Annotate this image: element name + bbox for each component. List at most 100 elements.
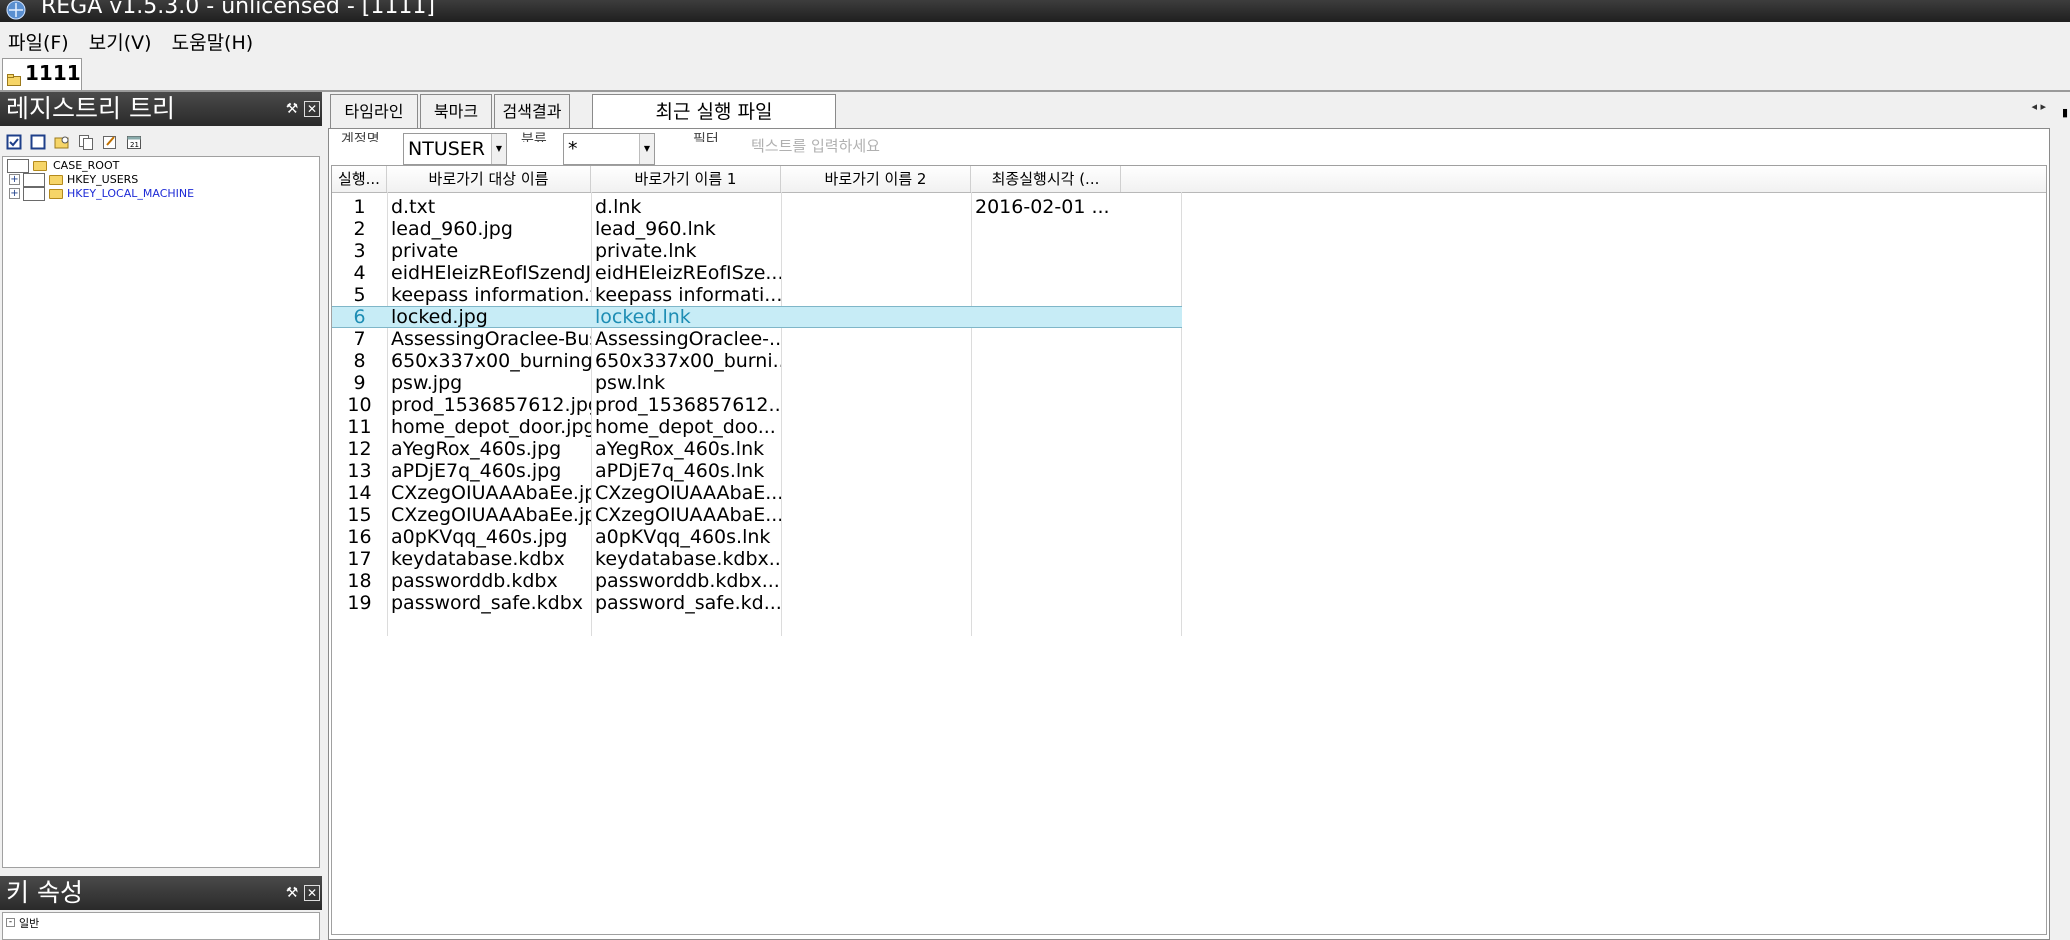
edit-icon[interactable] — [102, 134, 118, 150]
tree-node-checkbox[interactable] — [23, 173, 45, 187]
registry-tree[interactable]: CASE_ROOT + HKEY_USERS + HKEY_LOCAL_MACH… — [2, 156, 320, 868]
key-properties-title: 키 속성 — [6, 878, 83, 907]
table-row[interactable]: 10 prod_1536857612.jpg prod_1536857612... — [332, 394, 1182, 416]
expand-icon[interactable]: + — [9, 174, 20, 185]
cell-shortcut-name-1: a0pKVqq_460s.lnk — [595, 526, 771, 548]
cell-shortcut-name-2 — [781, 372, 971, 394]
table-row[interactable]: 1 d.txt d.lnk 2016-02-01 ... — [332, 196, 1182, 218]
tab-search-results[interactable]: 검색결과 — [494, 94, 570, 128]
collapse-icon[interactable]: - — [6, 918, 15, 927]
cell-shortcut-name-2 — [781, 262, 971, 284]
cell-last-run-time — [971, 218, 1121, 240]
chevron-down-icon[interactable]: ▼ — [491, 134, 506, 164]
cell-shortcut-name-2 — [781, 482, 971, 504]
cell-last-run-time — [971, 372, 1121, 394]
cell-last-run-time — [971, 570, 1121, 592]
close-icon[interactable]: ✕ — [304, 101, 320, 117]
tab-bookmark[interactable]: 북마크 — [420, 94, 492, 128]
pin-icon[interactable]: ⚒ — [284, 885, 300, 901]
cell-shortcut-name-2 — [781, 460, 971, 482]
cell-order: 19 — [347, 592, 372, 614]
cell-shortcut-name-1: AssessingOraclee-... — [595, 328, 781, 350]
cell-order: 8 — [353, 350, 366, 372]
cell-order: 17 — [347, 548, 372, 570]
table-row[interactable]: 2 lead_960.jpg lead_960.lnk — [332, 218, 1182, 240]
tree-node-checkbox[interactable] — [7, 159, 29, 173]
property-group-label: 일반 — [19, 917, 40, 930]
menu-help[interactable]: 도움말(H) — [164, 22, 260, 58]
cell-last-run-time — [971, 350, 1121, 372]
close-icon[interactable]: ✕ — [304, 885, 320, 901]
tab-scroll-arrows[interactable]: ◂ ▸ — [2031, 100, 2046, 113]
recentdocs-table[interactable]: 실행... 바로가기 대상 이름 바로가기 이름 1 바로가기 이름 2 최종실… — [331, 165, 2047, 935]
table-row[interactable]: 16 a0pKVqq_460s.jpg a0pKVqq_460s.lnk — [332, 526, 1182, 548]
cell-shortcut-name-2 — [781, 328, 971, 350]
expand-icon[interactable]: + — [9, 188, 20, 199]
cell-last-run-time — [971, 262, 1121, 284]
dock-marker-icon: ▮ — [2062, 106, 2069, 119]
cell-target-name: CXzegOIUAAAbaEe.jpg — [391, 482, 591, 504]
table-row[interactable]: 19 password_safe.kdbx password_safe.kd... — [332, 592, 1182, 614]
table-row[interactable]: 11 home_depot_door.jpg home_depot_doo... — [332, 416, 1182, 438]
cell-shortcut-name-1: passworddb.kdbx.... — [595, 570, 781, 592]
cell-target-name: passworddb.kdbx — [391, 570, 558, 592]
column-header-target-name[interactable]: 바로가기 대상 이름 — [387, 166, 591, 192]
tree-node-case-root[interactable]: CASE_ROOT — [7, 159, 307, 173]
table-row[interactable]: 9 psw.jpg psw.lnk — [332, 372, 1182, 394]
cell-last-run-time — [971, 504, 1121, 526]
pin-icon[interactable]: ⚒ — [284, 101, 300, 117]
cell-target-name: a0pKVqq_460s.jpg — [391, 526, 568, 548]
selection-outline — [332, 306, 1182, 328]
cell-shortcut-name-1: eidHEleizREofISze... — [595, 262, 781, 284]
calendar-icon[interactable]: 21 — [126, 134, 142, 150]
column-header-shortcut-name-2[interactable]: 바로가기 이름 2 — [781, 166, 971, 192]
chevron-down-icon[interactable]: ▼ — [639, 134, 654, 164]
folder-icon — [49, 189, 63, 199]
tree-node-hkey-users[interactable]: + HKEY_USERS — [7, 173, 307, 187]
cell-target-name: AssessingOraclee-Business... — [391, 328, 591, 350]
table-row[interactable]: 7 AssessingOraclee-Business...AssessingOr… — [332, 328, 1182, 350]
key-properties-header: 키 속성 ⚒ ✕ — [0, 876, 322, 910]
folder-search-icon[interactable] — [54, 134, 70, 150]
key-properties-grid: - 일반 — [2, 912, 320, 940]
table-row[interactable]: 18 passworddb.kdbx passworddb.kdbx.... — [332, 570, 1182, 592]
menu-file[interactable]: 파일(F) — [0, 22, 75, 58]
cell-target-name: d.txt — [391, 196, 436, 218]
tree-node-hkey-local-machine[interactable]: + HKEY_LOCAL_MACHINE — [7, 187, 307, 201]
table-row[interactable]: 14 CXzegOIUAAAbaEe.jpg CXzegOIUAAAbaE... — [332, 482, 1182, 504]
cell-order: 10 — [347, 394, 372, 416]
table-row[interactable]: 15 CXzegOIUAAAbaEe.jpg-lar...CXzegOIUAAAb… — [332, 504, 1182, 526]
tree-node-checkbox[interactable] — [23, 187, 45, 201]
cell-last-run-time — [971, 284, 1121, 306]
cell-order: 16 — [347, 526, 372, 548]
cell-order: 4 — [353, 262, 366, 284]
check-all-icon[interactable] — [6, 134, 22, 150]
cell-target-name: CXzegOIUAAAbaEe.jpg-lar... — [391, 504, 591, 526]
table-row[interactable]: 3 private private.lnk — [332, 240, 1182, 262]
table-row[interactable]: 5 keepass information.txtkeepass informat… — [332, 284, 1182, 306]
uncheck-all-icon[interactable] — [30, 134, 46, 150]
table-row[interactable]: 8 650x337x00_burning_hard...650x337x00_bu… — [332, 350, 1182, 372]
cell-shortcut-name-1: 650x337x00_burni... — [595, 350, 781, 372]
menu-view[interactable]: 보기(V) — [81, 22, 158, 58]
type-select[interactable]: * ▼ — [563, 133, 655, 165]
account-select[interactable]: NTUSER ▼ — [403, 133, 507, 165]
cell-shortcut-name-1: password_safe.kd... — [595, 592, 781, 614]
filter-text-input[interactable]: 텍스트를 입력하세요 — [751, 135, 880, 156]
right-dock-edge: ▮ — [2050, 92, 2070, 940]
column-header-shortcut-name-1[interactable]: 바로가기 이름 1 — [591, 166, 781, 192]
table-row[interactable]: 17 keydatabase.kdbx keydatabase.kdbx... — [332, 548, 1182, 570]
cell-last-run-time — [971, 548, 1121, 570]
folder-icon — [49, 175, 63, 185]
column-header-last-run-time[interactable]: 최종실행시각 (... — [971, 166, 1121, 192]
column-header-order[interactable]: 실행... — [332, 166, 387, 192]
document-tab[interactable]: 1111 — [2, 58, 82, 90]
cell-target-name: aYegRox_460s.jpg — [391, 438, 562, 460]
tab-timeline[interactable]: 타임라인 — [330, 94, 418, 128]
tab-recentdocs[interactable]: 최근 실행 파일(RecentDocs) — [592, 94, 836, 157]
table-row[interactable]: 13 aPDjE7q_460s.jpg aPDjE7q_460s.lnk — [332, 460, 1182, 482]
table-row[interactable]: 4 eidHEleizREofISzendJOep...eidHEleizREof… — [332, 262, 1182, 284]
table-row[interactable]: 12 aYegRox_460s.jpg aYegRox_460s.lnk — [332, 438, 1182, 460]
copy-icon[interactable] — [78, 134, 94, 150]
cell-last-run-time — [971, 416, 1121, 438]
